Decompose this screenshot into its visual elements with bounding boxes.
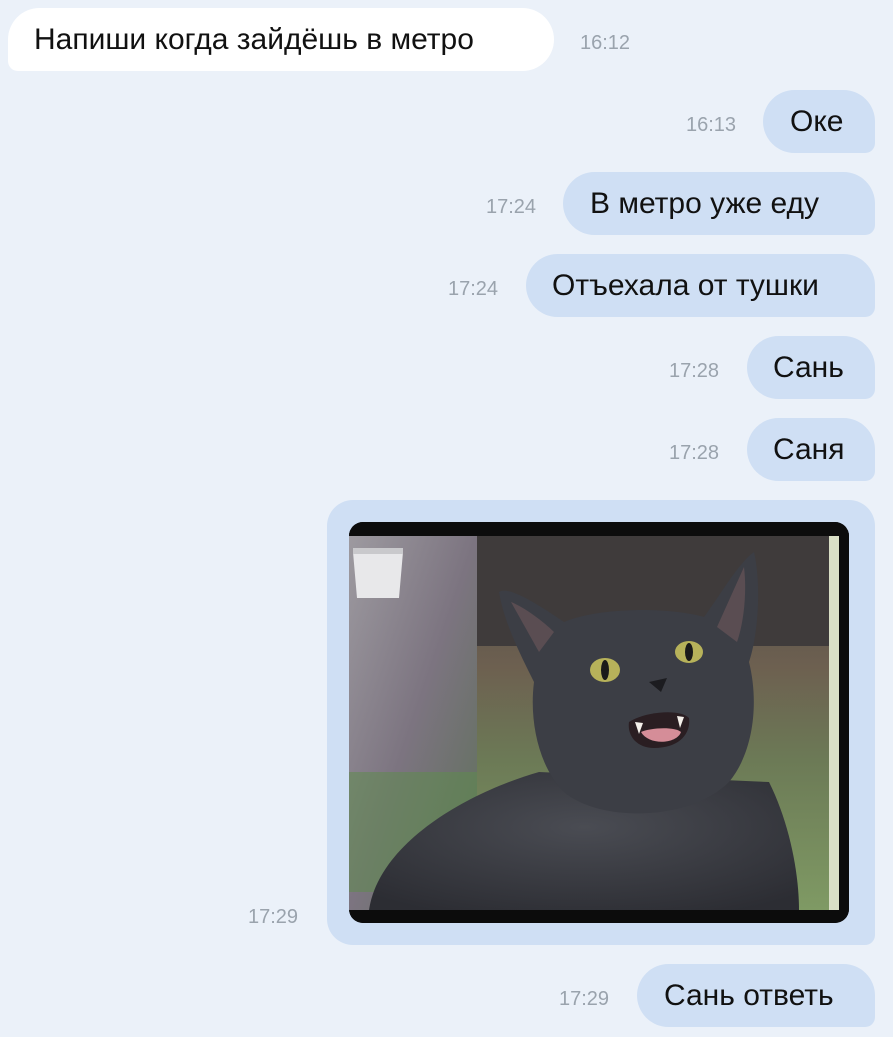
message-time: 17:28	[669, 360, 720, 382]
message-bubble-outgoing[interactable]: Сань ответь	[637, 964, 875, 1027]
message-bubble-outgoing[interactable]: Оке	[763, 90, 875, 153]
message-time: 16:13	[686, 114, 737, 136]
message-bubble-outgoing[interactable]: Сань	[747, 336, 875, 399]
message-text: В метро уже еду	[590, 186, 820, 220]
message-text: Сань ответь	[664, 978, 834, 1012]
message-text: Отъехала от тушки	[552, 268, 819, 302]
chat-thread: Напиши когда зайдёшь в метро 16:12 Оке 1…	[0, 0, 893, 1037]
message-bubble-incoming[interactable]: Напиши когда зайдёшь в метро	[8, 8, 554, 71]
message-time: 16:12	[580, 32, 631, 54]
message-time: 17:24	[448, 278, 499, 300]
message-text: Сань	[773, 350, 844, 384]
message-time: 17:24	[486, 196, 537, 218]
message-bubble-outgoing[interactable]: Саня	[747, 418, 875, 481]
message-time: 17:29	[559, 988, 610, 1010]
message-time: 17:29	[248, 906, 299, 928]
message-time: 17:28	[669, 442, 720, 464]
message-text: Саня	[773, 432, 845, 466]
message-bubble-outgoing[interactable]: Отъехала от тушки	[526, 254, 875, 317]
message-text: Оке	[790, 104, 844, 138]
message-bubble-outgoing[interactable]: В метро уже еду	[563, 172, 875, 235]
cat-meme-photo[interactable]	[349, 522, 849, 923]
message-text: Напиши когда зайдёшь в метро	[34, 22, 474, 56]
